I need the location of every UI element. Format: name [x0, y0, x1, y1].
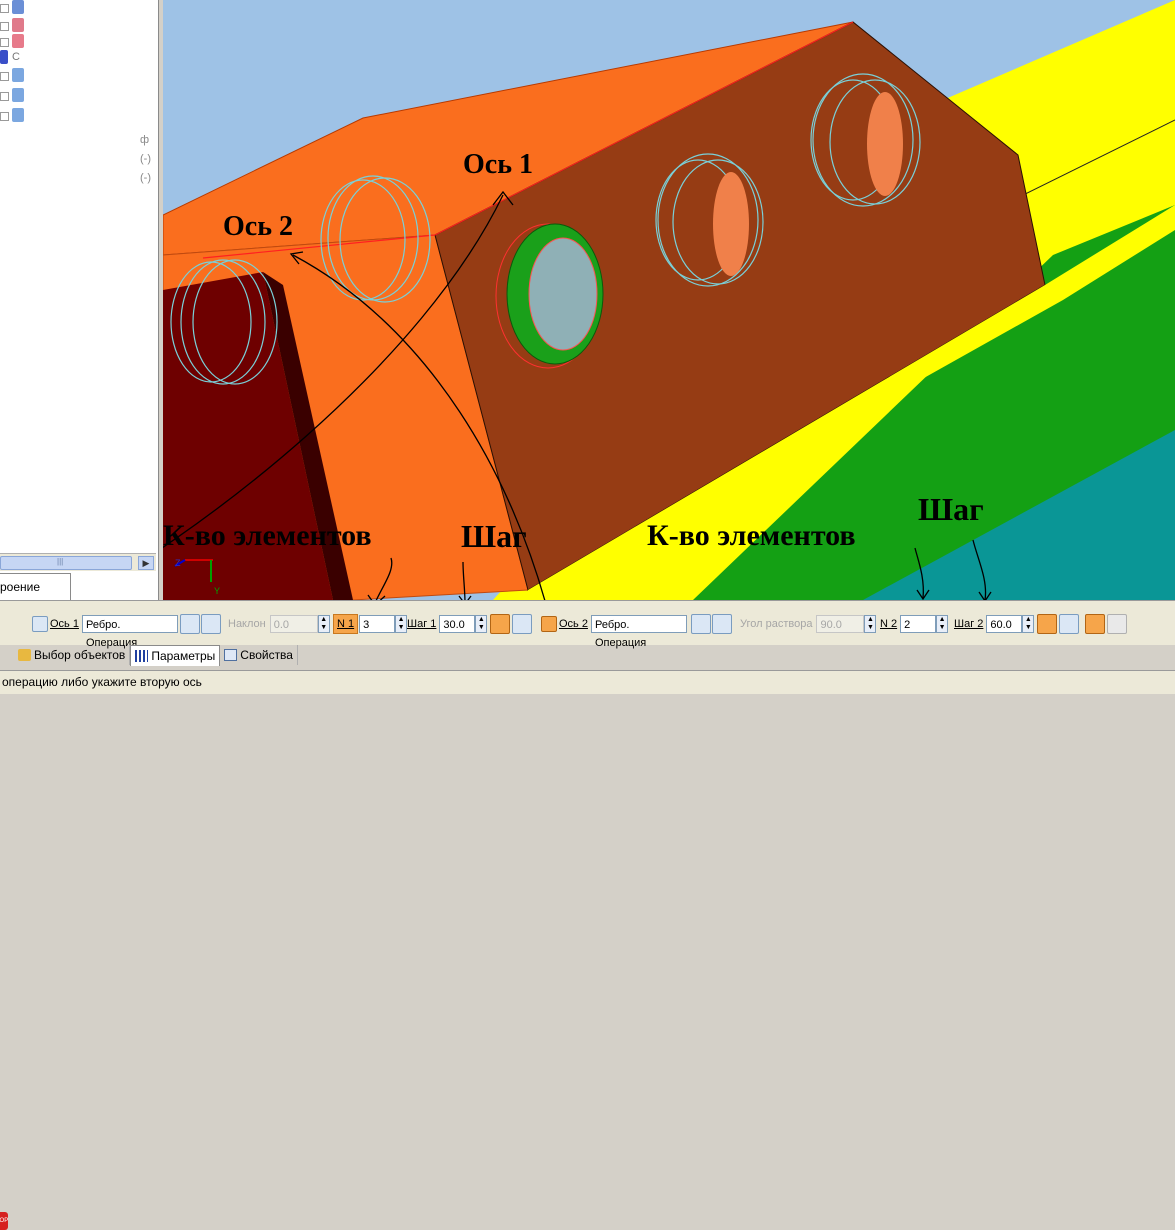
- axis2-field[interactable]: Ребро. Операция: [590, 615, 687, 649]
- angle-label: Угол раствора: [740, 618, 813, 630]
- step2-group: Шаг 2 60.0 ▲ ▼: [954, 613, 1128, 635]
- grip-icon: |||: [57, 557, 64, 566]
- angle-group: Угол раствора 90.0 ▲ ▼: [740, 613, 877, 635]
- n1-label[interactable]: N 1: [333, 614, 359, 634]
- step2-field[interactable]: 60.0: [986, 615, 1023, 633]
- expand-icon[interactable]: [0, 4, 9, 13]
- n2-spinner[interactable]: ▲ ▼: [936, 615, 949, 633]
- n1-spinner[interactable]: ▲ ▼: [395, 615, 408, 633]
- step1-group: Шаг 1 30.0 ▲ ▼: [407, 613, 533, 635]
- n2-group: N 2 2 ▲ ▼: [880, 613, 949, 635]
- axis2-annotation: Ось 2: [223, 211, 293, 242]
- tab-select-objects[interactable]: Выбор объектов: [14, 645, 131, 665]
- part-icon: [12, 88, 24, 102]
- expand-icon[interactable]: [0, 38, 9, 47]
- array-grid-icon[interactable]: [1107, 614, 1128, 634]
- scroll-right-arrow-icon[interactable]: ▶: [138, 556, 154, 570]
- 3d-viewport[interactable]: Z Y Ось 1 Ось 2 К-во элементов Шаг К-во …: [163, 0, 1175, 600]
- stop-icon[interactable]: STOP: [0, 1212, 8, 1230]
- count-annotation-left: К-во элементов: [163, 519, 372, 552]
- step-mode-icon[interactable]: [1037, 614, 1058, 634]
- tab-properties[interactable]: Свойства: [220, 645, 298, 665]
- axis1-field[interactable]: Ребро. Операция: [81, 615, 178, 649]
- tab-parameters-label: Параметры: [151, 649, 216, 663]
- operation-icon: [0, 50, 8, 64]
- axis2-group: Ось 2 Ребро. Операция: [541, 613, 732, 649]
- n2-field[interactable]: 2: [900, 615, 937, 633]
- expand-icon[interactable]: [0, 22, 9, 31]
- model-scene: Z Y Ось 1 Ось 2 К-во элементов Шаг К-во …: [163, 0, 1175, 600]
- step2-spinner[interactable]: ▲ ▼: [1022, 615, 1035, 633]
- array-table-icon[interactable]: [1085, 614, 1106, 634]
- select-axis-icon[interactable]: [179, 614, 200, 634]
- axis2-label[interactable]: Ось 2: [559, 618, 588, 630]
- n1-field[interactable]: 3: [359, 615, 396, 633]
- axis1-label[interactable]: Ось 1: [50, 618, 79, 630]
- tab-tree-build[interactable]: роение: [0, 573, 71, 602]
- step-annotation-right: Шаг: [918, 491, 984, 527]
- parameters-icon: [135, 650, 149, 662]
- tree-node[interactable]: [0, 0, 40, 16]
- step2-label[interactable]: Шаг 2: [954, 618, 983, 630]
- axis1-group: Ось 1 Ребро. Операция: [32, 613, 221, 649]
- expand-icon[interactable]: [0, 72, 9, 81]
- property-toolbar: STOP Ось 1 Ребро. Операция Наклон 0.0 ▲▼…: [0, 600, 1175, 1230]
- grid-icon[interactable]: [541, 616, 557, 632]
- tree-node[interactable]: [0, 108, 40, 124]
- grid-icon[interactable]: [32, 616, 48, 632]
- tab-parameters[interactable]: Параметры: [130, 645, 221, 666]
- select-axis-icon[interactable]: [690, 614, 711, 634]
- part-icon: [12, 0, 24, 14]
- count-annotation-right: К-во элементов: [647, 519, 856, 552]
- part-icon: [12, 108, 24, 122]
- tab-properties-label: Свойства: [240, 648, 293, 662]
- tree-node[interactable]: [0, 88, 40, 104]
- select-objects-icon: [18, 649, 31, 661]
- step1-spinner[interactable]: ▲ ▼: [475, 615, 488, 633]
- part-icon: [12, 68, 24, 82]
- step1-label[interactable]: Шаг 1: [407, 618, 436, 630]
- triad-z-label: Z: [175, 558, 181, 568]
- tilt-group: Наклон 0.0 ▲ ▼: [228, 613, 330, 635]
- angle-spinner: ▲ ▼: [864, 615, 877, 633]
- tree-side-char: (-): [140, 172, 151, 184]
- property-tabs: Выбор объектов Параметры Свойства: [14, 645, 298, 667]
- n2-label[interactable]: N 2: [880, 618, 897, 630]
- sketch-icon: [12, 18, 24, 32]
- step-annotation-left: Шаг: [461, 518, 527, 554]
- tree-node[interactable]: [0, 18, 40, 34]
- expand-icon[interactable]: [0, 92, 9, 101]
- tree-node[interactable]: С: [0, 50, 40, 66]
- status-bar: операцию либо укажите вторую ось: [0, 670, 1175, 694]
- tree-node-label: С: [12, 51, 20, 63]
- tab-select-objects-label: Выбор объектов: [34, 648, 126, 662]
- properties-icon: [224, 649, 238, 661]
- tree-node[interactable]: [0, 68, 40, 84]
- step-mode-icon[interactable]: [490, 614, 511, 634]
- angle-field: 90.0: [816, 615, 865, 633]
- tree-horizontal-scrollbar[interactable]: ||| ▶: [0, 553, 156, 571]
- n1-group: N 1 3 ▲ ▼: [333, 613, 408, 635]
- tree-side-char: ф: [140, 134, 150, 146]
- part-icon: [12, 34, 24, 48]
- tilt-spinner: ▲ ▼: [317, 615, 330, 633]
- tilt-field: 0.0: [269, 615, 318, 633]
- model-tree-panel: С ф (-) (-) ||| ▶: [0, 0, 159, 600]
- scroll-thumb[interactable]: |||: [0, 556, 132, 570]
- full-span-icon[interactable]: [512, 614, 533, 634]
- step1-field[interactable]: 30.0: [439, 615, 476, 633]
- full-span-icon[interactable]: [1059, 614, 1080, 634]
- reverse-axis-icon[interactable]: [200, 614, 221, 634]
- tree-side-char: (-): [140, 153, 151, 165]
- triad-y-label: Y: [214, 586, 220, 596]
- expand-icon[interactable]: [0, 112, 9, 121]
- reverse-axis-icon[interactable]: [711, 614, 732, 634]
- tree-node[interactable]: [0, 34, 40, 50]
- tilt-label: Наклон: [228, 618, 266, 630]
- axis1-annotation: Ось 1: [463, 149, 533, 180]
